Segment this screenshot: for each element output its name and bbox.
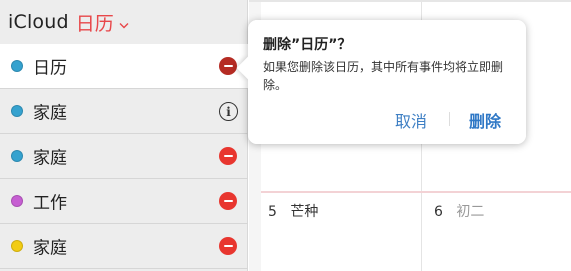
popover-message: 如果您删除该日历，其中所有事件均将立即删除。 [263, 60, 504, 92]
confirm-delete-button[interactable]: 删除 [469, 108, 501, 132]
calendar-item[interactable]: 家庭 [0, 224, 248, 269]
delete-calendar-button[interactable] [219, 147, 237, 165]
calendar-item-label: 日历 [33, 58, 67, 79]
calendar-item[interactable]: 家庭 [0, 134, 248, 179]
calendar-item-label: 工作 [33, 193, 67, 214]
delete-calendar-button[interactable] [219, 192, 237, 210]
calendar-item[interactable]: 日历 [0, 44, 248, 89]
delete-minus-icon [219, 147, 237, 165]
icloud-calendar-window: iCloud 日历 日历 家庭 i 家庭 工作 家庭 5 芒种 6 初二 删除”… [0, 0, 571, 271]
calendar-color-dot [11, 60, 23, 72]
delete-confirmation-popover: 删除”日历”？ 如果您删除该日历，其中所有事件均将立即删除。 取消 删除 [236, 20, 526, 144]
calendar-color-dot [11, 195, 23, 207]
delete-calendar-button[interactable] [219, 57, 237, 75]
week-divider [261, 191, 571, 193]
lunar-label: 芒种 [290, 204, 319, 220]
sidebar-header[interactable]: iCloud 日历 [0, 0, 248, 44]
calendar-item-label: 家庭 [33, 148, 67, 169]
delete-minus-icon [219, 237, 237, 255]
lunar-label: 初二 [456, 204, 485, 220]
day-number: 6 [434, 204, 443, 220]
calendar-color-dot [11, 105, 23, 117]
day-number: 5 [268, 204, 277, 220]
info-icon: i [219, 102, 238, 121]
day-cell[interactable]: 5 芒种 [268, 201, 318, 221]
delete-minus-icon [219, 192, 237, 210]
app-name: iCloud [8, 11, 69, 33]
cancel-button[interactable]: 取消 [395, 108, 427, 132]
calendar-app-title[interactable]: 日历 [76, 9, 114, 36]
calendar-item-label: 家庭 [33, 238, 67, 259]
chevron-down-icon[interactable] [119, 14, 129, 33]
calendar-info-button[interactable]: i [219, 102, 238, 121]
popover-body: 删除”日历”？ 如果您删除该日历，其中所有事件均将立即删除。 取消 删除 [248, 20, 526, 144]
delete-minus-icon [219, 57, 237, 75]
popover-title: 删除”日历”？ [263, 37, 352, 53]
grid-top-border [249, 0, 571, 2]
calendar-item-label: 家庭 [33, 103, 67, 124]
calendar-list: 日历 家庭 i 家庭 工作 家庭 [0, 44, 248, 269]
button-divider [449, 112, 450, 126]
calendar-color-dot [11, 240, 23, 252]
sidebar: iCloud 日历 日历 家庭 i 家庭 工作 家庭 [0, 0, 248, 271]
calendar-item[interactable]: 家庭 i [0, 89, 248, 134]
calendar-item[interactable]: 工作 [0, 179, 248, 224]
delete-calendar-button[interactable] [219, 237, 237, 255]
day-cell[interactable]: 6 初二 [434, 201, 484, 221]
calendar-color-dot [11, 150, 23, 162]
